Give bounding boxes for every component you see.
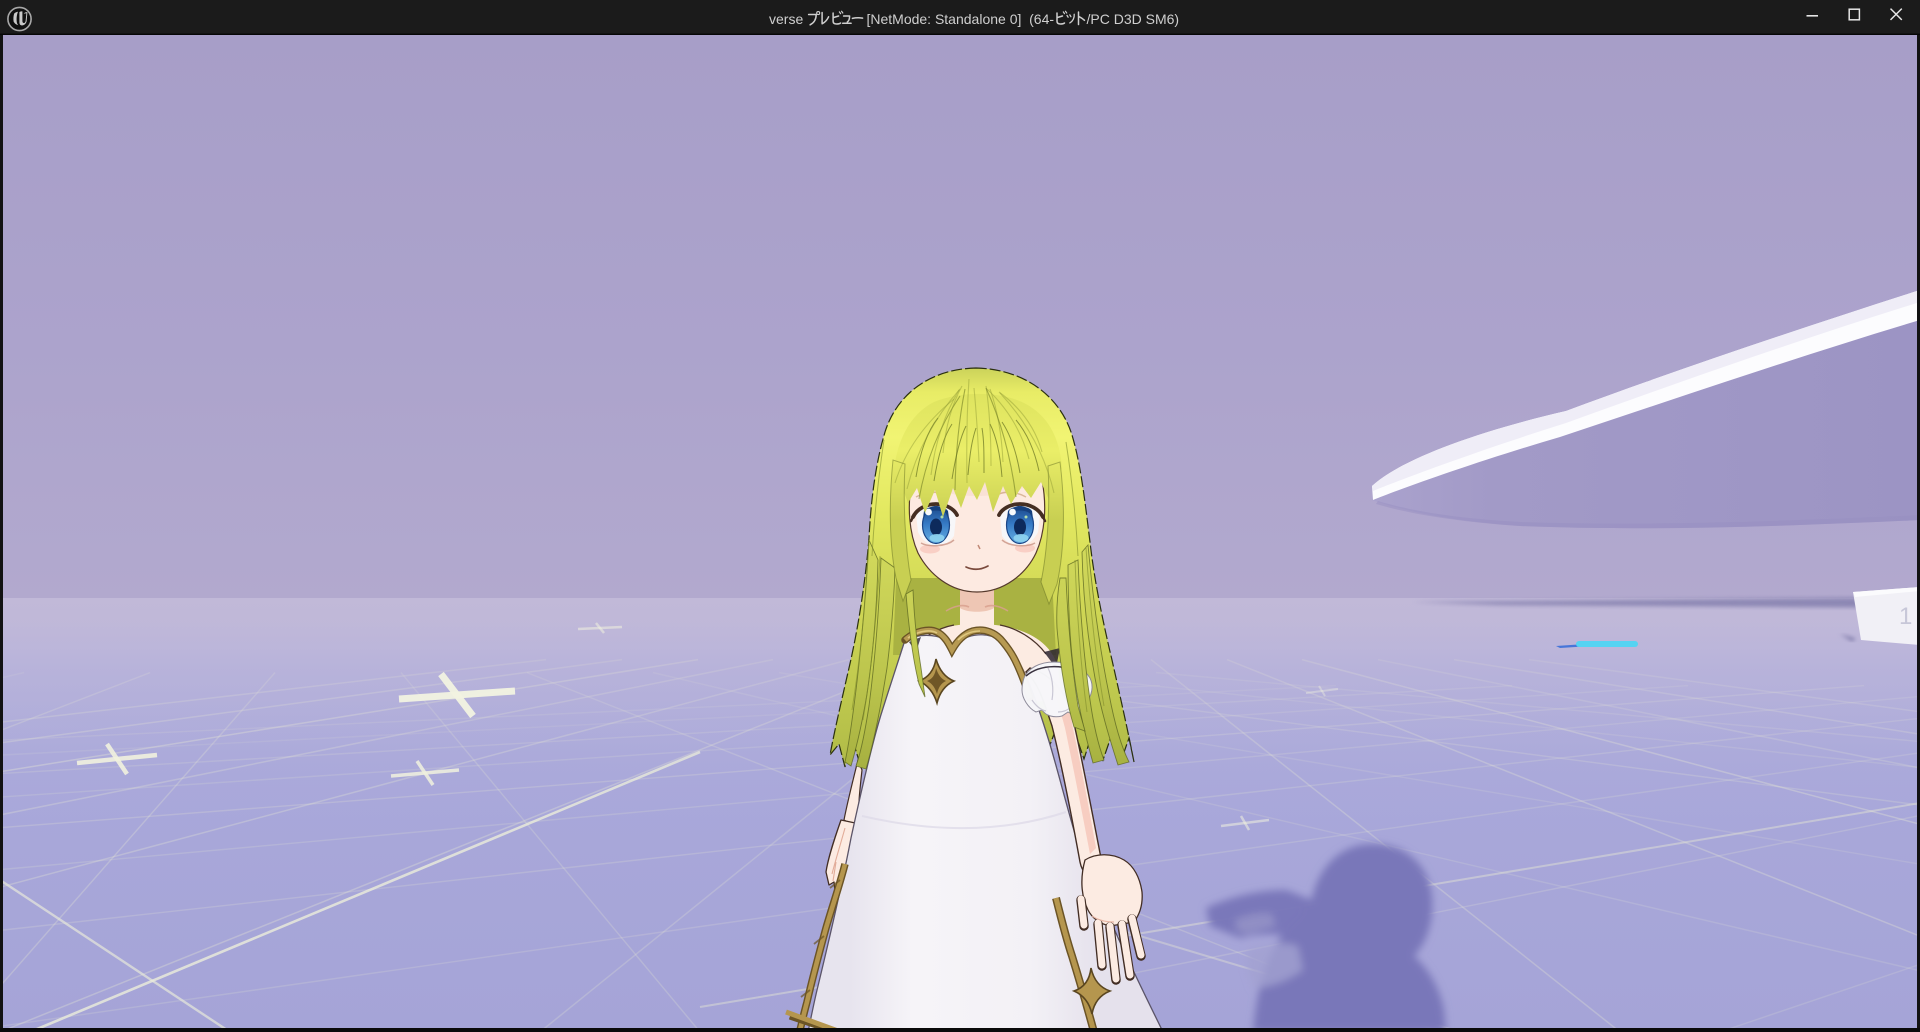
svg-text:verse: verse — [769, 11, 807, 27]
svg-text:1: 1 — [1899, 603, 1912, 630]
svg-text:/PC D3D SM6): /PC D3D SM6) — [1087, 11, 1180, 27]
svg-text:[NetMode: Standalone 0] (64-: [NetMode: Standalone 0] (64- — [863, 11, 1055, 27]
